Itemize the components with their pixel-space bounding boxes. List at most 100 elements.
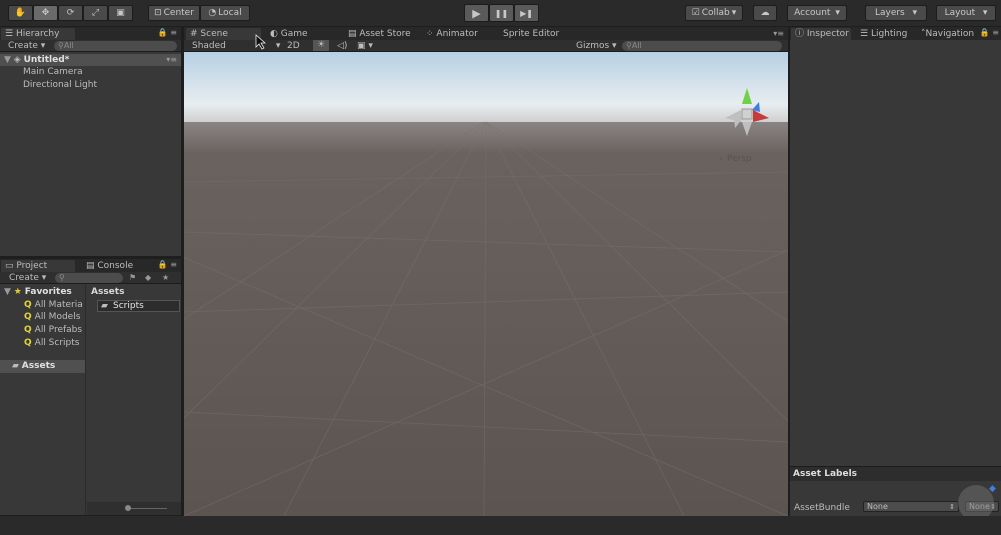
assets-folder-row[interactable]: ▰ Assets: [0, 360, 85, 373]
panel-menu-icon[interactable]: ▾≡: [773, 29, 784, 38]
create-label: Create: [8, 41, 38, 51]
dropdown-arrow-icon: ▾: [977, 8, 988, 18]
hierarchy-search-input[interactable]: ⚲All: [54, 41, 177, 51]
audio-toggle[interactable]: ◁): [337, 40, 347, 52]
effects-dropdown[interactable]: ▣ ▾: [357, 40, 373, 52]
main-toolbar: ✋ ✥ ⟳ ⤢ ▣ ⊡ Center ◔ Local ▶ ❚❚ ▶❚ ☑ Collab…: [0, 0, 1001, 26]
dropdown-arrow-icon: ▾: [832, 8, 840, 18]
hand-tool-button[interactable]: ✋: [8, 5, 33, 21]
hierarchy-panel: ☰ Hierarchy 🔒 ≡ Create ▾ ⚲All ▼ ◈ Untitl…: [0, 27, 181, 256]
favorite-all-scripts[interactable]: Q All Scripts: [24, 337, 79, 349]
project-create-button[interactable]: Create ▾: [9, 272, 46, 284]
list-icon: ☰: [5, 29, 16, 39]
animator-icon: ⁘: [426, 29, 434, 39]
cursor-icon: [255, 34, 267, 50]
gizmos-dropdown[interactable]: Gizmos ▾: [576, 40, 617, 52]
search-icon: ⚲: [59, 273, 65, 282]
layout-dropdown[interactable]: Layout ▾: [936, 5, 996, 21]
info-icon: ⓘ: [795, 29, 805, 39]
search-placeholder: All: [63, 41, 74, 50]
cloud-button[interactable]: ☁: [753, 5, 777, 21]
pause-button[interactable]: ❚❚: [489, 4, 514, 22]
assetbundle-dropdown[interactable]: None ⇕: [863, 501, 959, 512]
tab-hierarchy[interactable]: ☰ Hierarchy: [1, 28, 75, 40]
move-tool-button[interactable]: ✥: [33, 5, 58, 21]
cloud-icon: ☁: [760, 8, 770, 18]
scene-name: Untitled*: [23, 55, 70, 65]
folder-name-input[interactable]: Scripts: [113, 300, 144, 312]
breadcrumb[interactable]: Assets: [91, 286, 124, 298]
hierarchy-subbar: Create ▾ ⚲All: [0, 40, 181, 52]
tab-sprite-editor[interactable]: Sprite Editor: [499, 28, 559, 40]
tab-inspector[interactable]: ⓘ Inspector: [791, 28, 851, 40]
zoom-slider-track[interactable]: [127, 508, 167, 509]
status-bar: [0, 516, 1001, 535]
tab-animator[interactable]: ⁘ Animator: [422, 28, 478, 40]
assetbundle-label: AssetBundle: [794, 503, 850, 513]
favorite-star-icon[interactable]: ★: [162, 273, 169, 282]
tab-console[interactable]: ▤ Console: [82, 260, 133, 272]
filter-by-label-icon[interactable]: ◆: [145, 273, 151, 282]
layers-dropdown[interactable]: Layers ▾: [865, 5, 927, 21]
scale-tool-button[interactable]: ⤢: [83, 5, 108, 21]
folder-icon: ▰: [101, 301, 108, 311]
asset-labels-header: Asset Labels: [790, 466, 1001, 481]
scene-viewport[interactable]: Persp ‹: [184, 52, 788, 516]
tab-lighting[interactable]: ☰ Lighting: [856, 28, 907, 40]
tab-asset-store[interactable]: ▤ Asset Store: [344, 28, 411, 40]
tab-game[interactable]: ◐ Game: [266, 28, 308, 40]
hierarchy-create-button[interactable]: Create ▾: [8, 40, 45, 52]
space-local-button[interactable]: ◔ Local: [200, 5, 250, 21]
grid-icon: #: [190, 29, 198, 39]
play-button[interactable]: ▶: [464, 4, 489, 22]
account-label: Account: [794, 8, 831, 18]
rect-tool-icon: ▣: [116, 8, 125, 18]
gizmo-center-cube[interactable]: [741, 108, 753, 120]
tab-navigation-label: Navigation: [925, 29, 975, 39]
2d-toggle[interactable]: 2D: [287, 40, 300, 52]
projection-label[interactable]: Persp: [727, 154, 752, 164]
move-icon: ✥: [41, 8, 50, 18]
rotate-tool-button[interactable]: ⟳: [58, 5, 83, 21]
speaker-icon: ◁): [337, 41, 348, 51]
shading-mode-dropdown[interactable]: Shaded ▾: [192, 40, 280, 52]
scene-menu-icon[interactable]: ▾≡: [166, 54, 177, 66]
panel-menu-icon[interactable]: 🔒 ≡: [158, 28, 177, 37]
favorite-all-materials[interactable]: Q All Materia: [24, 299, 83, 311]
tab-project[interactable]: ▭ Project: [1, 260, 75, 272]
filter-by-type-icon[interactable]: ⚑: [129, 273, 136, 282]
folder-icon: ▭: [5, 261, 17, 271]
favorite-all-models[interactable]: Q All Models: [24, 311, 80, 323]
unity-scene-icon: ◈: [13, 55, 21, 65]
rect-tool-button[interactable]: ▣: [108, 5, 133, 21]
zoom-slider-handle[interactable]: [125, 505, 131, 511]
account-dropdown[interactable]: Account ▾: [787, 5, 847, 21]
project-panel: ▭ Project ▤ Console 🔒 ≡ Create ▾ ⚲ ⚑ ◆ ★…: [0, 259, 181, 515]
favorite-label: All Scripts: [34, 338, 80, 348]
hierarchy-item-main-camera[interactable]: Main Camera: [23, 66, 83, 78]
hierarchy-item-directional-light[interactable]: Directional Light: [23, 79, 97, 91]
pivot-center-button[interactable]: ⊡ Center: [148, 5, 200, 21]
favorite-all-prefabs[interactable]: Q All Prefabs: [24, 324, 82, 336]
play-icon: ▶: [472, 6, 481, 20]
folder-rename-field[interactable]: ▰ Scripts: [97, 300, 180, 312]
step-button[interactable]: ▶❚: [514, 4, 539, 22]
check-icon: ☑: [691, 8, 700, 18]
scene-search-input[interactable]: ⚲All: [622, 41, 782, 51]
favorites-row[interactable]: ▼ ★ Favorites: [4, 286, 72, 298]
updown-arrow-icon: ⇕: [949, 503, 955, 511]
project-search-input[interactable]: ⚲: [55, 273, 123, 283]
shading-label: Shaded: [192, 41, 226, 51]
scene-root-row[interactable]: ▼ ◈ Untitled* ▾≡: [0, 54, 181, 66]
panel-menu-icon[interactable]: 🔒 ≡: [158, 260, 177, 269]
image-effects-icon: ▣: [357, 41, 366, 51]
favorites-label: Favorites: [24, 287, 72, 297]
tab-navigation[interactable]: ˄Navigation: [917, 28, 974, 40]
scene-toolbar: Shaded ▾ 2D ☀ ◁) ▣ ▾ Gizmos ▾ ⚲All: [184, 40, 788, 52]
collapse-arrow-icon: ▼: [4, 287, 11, 297]
favorite-label: All Materia: [34, 300, 83, 310]
panel-menu-icon[interactable]: 🔒 ≡: [980, 28, 999, 37]
lighting-toggle[interactable]: ☀: [313, 40, 329, 51]
tab-scene[interactable]: # Scene: [186, 28, 261, 40]
collab-dropdown[interactable]: ☑ Collab ▾: [685, 5, 743, 21]
